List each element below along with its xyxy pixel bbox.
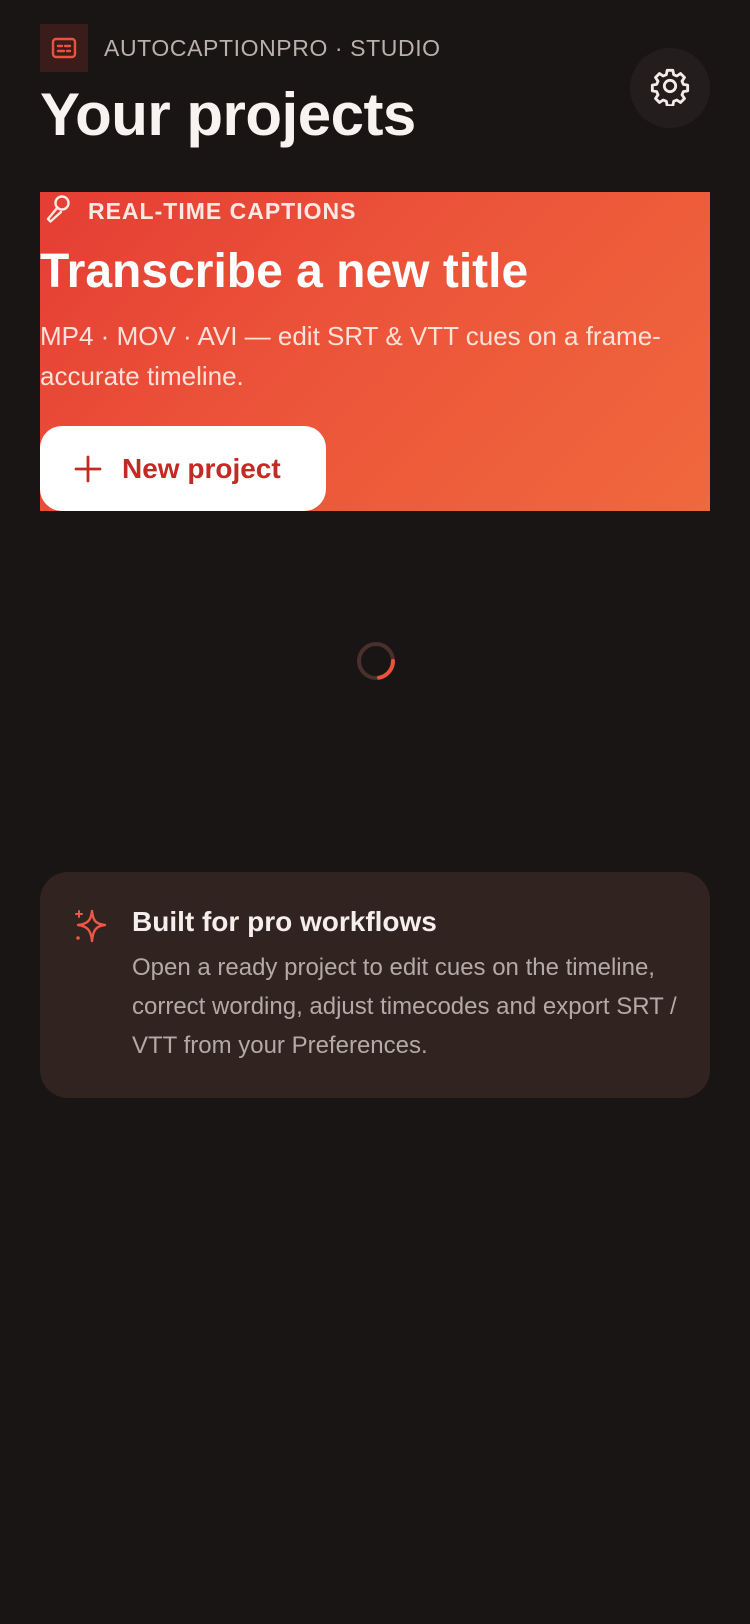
brand-name: AUTOCAPTIONPRO · STUDIO	[104, 34, 441, 61]
hero-tag: REAL-TIME CAPTIONS	[44, 194, 356, 229]
brand: AUTOCAPTIONPRO · STUDIO	[40, 24, 441, 72]
microphone-icon	[44, 194, 72, 229]
pro-workflows-card: Built for pro workflows Open a ready pro…	[40, 872, 710, 1098]
hero-subtitle: MP4 · MOV · AVI — edit SRT & VTT cues on…	[40, 321, 661, 391]
hero-title: Transcribe a new title	[40, 245, 529, 298]
captions-icon	[40, 24, 88, 72]
hero-tag-label: REAL-TIME CAPTIONS	[88, 198, 357, 224]
new-project-button[interactable]: New project	[40, 426, 326, 511]
new-title-card: REAL-TIME CAPTIONS Transcribe a new titl…	[40, 192, 710, 511]
plus-icon	[74, 455, 102, 483]
sparkle-icon	[72, 908, 108, 944]
new-project-label: New project	[122, 452, 281, 484]
settings-button[interactable]	[630, 48, 710, 128]
page-title: Your projects	[40, 81, 416, 148]
info-description: Open a ready project to edit cues on the…	[132, 954, 677, 1059]
info-title: Built for pro workflows	[132, 906, 437, 937]
loading-spinner-icon	[355, 640, 397, 682]
projects-screen: AUTOCAPTIONPRO · STUDIO Your projects RE…	[0, 0, 750, 1624]
gear-icon	[650, 66, 690, 111]
